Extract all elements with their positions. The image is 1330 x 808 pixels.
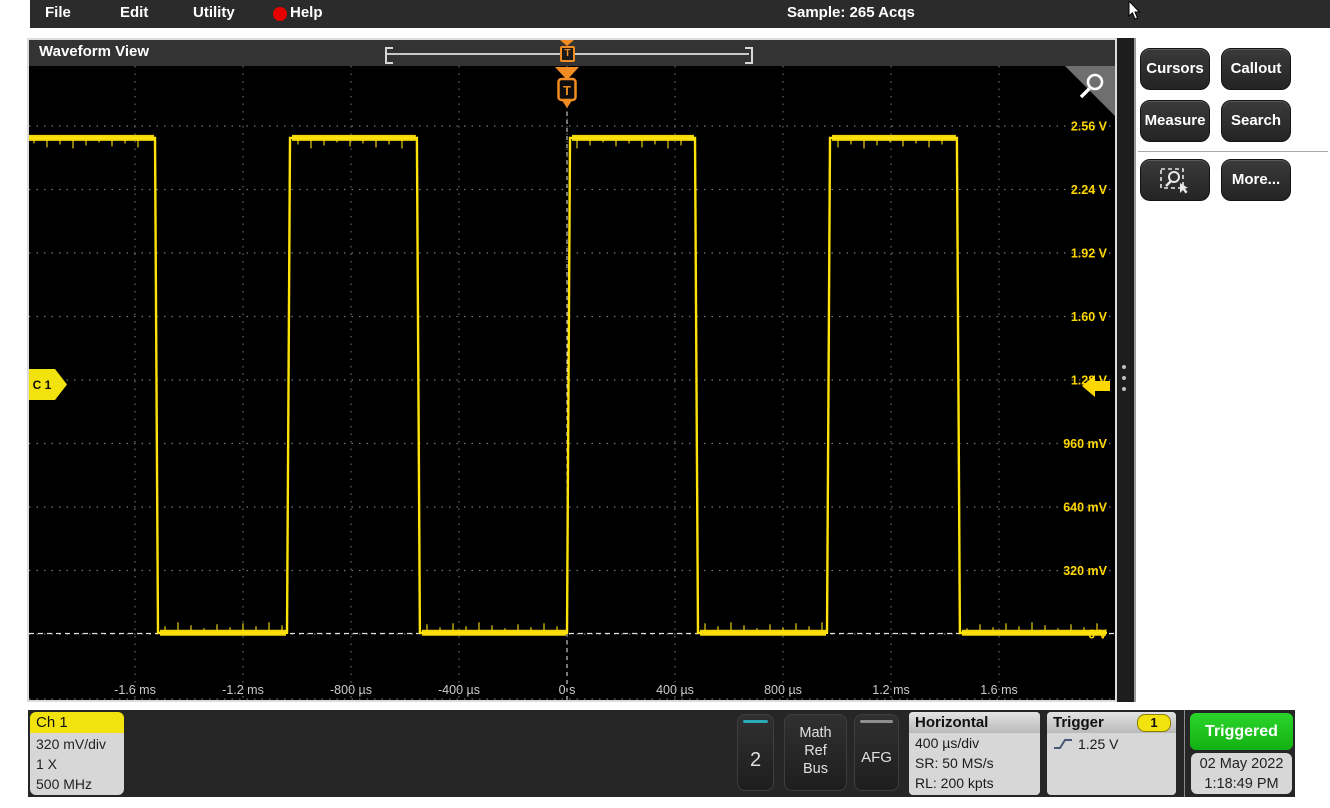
x-axis-label: 1.2 ms	[872, 683, 910, 697]
rising-edge-icon	[1053, 737, 1073, 751]
more-button[interactable]: More...	[1221, 159, 1291, 201]
x-axis-label: 800 µs	[764, 683, 802, 697]
zoom-select-icon	[1158, 166, 1192, 194]
overview-right-bracket-icon	[745, 47, 753, 64]
x-axis-label: -800 µs	[330, 683, 372, 697]
trigger-badge[interactable]: Trigger 1 1.25 V	[1047, 712, 1176, 795]
trigger-marker-letter: T	[563, 83, 571, 98]
panel-splitter[interactable]	[1117, 38, 1134, 702]
channel1-scale: 320 mV/div	[36, 734, 124, 754]
channel1-badge[interactable]: Ch 1 320 mV/div 1 X 500 MHz	[30, 712, 124, 795]
y-axis-label: 960 mV	[1063, 437, 1107, 451]
channel1-position-label: C 1	[33, 378, 52, 392]
waveform-header: Waveform View T	[29, 40, 1115, 66]
menu-item-edit[interactable]: Edit	[120, 4, 148, 21]
settings-bar: Ch 1 320 mV/div 1 X 500 MHz 2 Math Ref B…	[28, 710, 1295, 797]
help-record-icon	[273, 7, 287, 21]
horizontal-sample-rate: SR: 50 MS/s	[909, 753, 1040, 773]
results-bar-divider	[1138, 151, 1328, 152]
x-axis-label: -400 µs	[438, 683, 480, 697]
sample-status: Sample: 265 Acqs	[787, 4, 915, 21]
ref-label: Ref	[785, 742, 846, 760]
ch1-waveform[interactable]	[29, 138, 1107, 633]
horizontal-badge[interactable]: Horizontal 400 µs/div SR: 50 MS/s RL: 20…	[909, 712, 1040, 795]
y-axis-label: 1.92 V	[1071, 247, 1108, 261]
channel1-name: Ch 1	[30, 712, 124, 733]
settings-bar-divider	[1184, 710, 1185, 797]
zoom-select-button[interactable]	[1140, 159, 1210, 201]
menu-item-file[interactable]: File	[45, 4, 71, 21]
cursors-button[interactable]: Cursors	[1140, 48, 1210, 90]
waveform-view-panel: Waveform View T 2.56 V 2.24 V 1.92 V 1.60 V…	[27, 38, 1117, 702]
horizontal-scale: 400 µs/div	[909, 733, 1040, 753]
menu-item-utility[interactable]: Utility	[193, 4, 235, 21]
results-bar: Cursors Callout Measure Search More...	[1136, 38, 1330, 702]
channel2-color-icon	[743, 720, 768, 723]
channel2-label: 2	[738, 749, 773, 772]
acquisition-status-badge: Triggered	[1190, 713, 1293, 750]
channel2-button[interactable]: 2	[737, 714, 774, 791]
time-label: 1:18:49 PM	[1191, 774, 1292, 794]
date-label: 02 May 2022	[1191, 754, 1292, 774]
graticule[interactable]: 2.56 V2.24 V1.92 V1.60 V1.28 V960 mV640 …	[29, 66, 1115, 702]
trigger-level: 1.25 V	[1078, 734, 1118, 754]
callout-button[interactable]: Callout	[1221, 48, 1291, 90]
math-label: Math	[785, 724, 846, 742]
afg-color-icon	[860, 720, 893, 723]
datetime-display: 02 May 2022 1:18:49 PM	[1191, 753, 1292, 794]
bus-label: Bus	[785, 760, 846, 778]
channel1-bandwidth: 500 MHz	[36, 774, 124, 794]
menu-item-help[interactable]: Help	[290, 4, 323, 21]
y-axis-label: 2.24 V	[1071, 183, 1108, 197]
y-axis-label: 1.60 V	[1071, 310, 1108, 324]
afg-button[interactable]: AFG	[854, 714, 899, 791]
math-ref-bus-button[interactable]: Math Ref Bus	[784, 714, 847, 791]
overview-left-bracket-icon	[385, 47, 393, 64]
y-axis-label: 320 mV	[1063, 564, 1107, 578]
horizontal-record-length: RL: 200 kpts	[909, 773, 1040, 793]
waveform-view-title: Waveform View	[39, 43, 149, 60]
search-button[interactable]: Search	[1221, 100, 1291, 142]
y-axis-label: 2.56 V	[1071, 120, 1108, 134]
trigger-source-badge: 1	[1137, 714, 1171, 732]
splitter-grip-icon[interactable]	[1122, 365, 1128, 391]
afg-label: AFG	[855, 749, 898, 766]
channel1-probe: 1 X	[36, 754, 124, 774]
x-axis-label: -1.6 ms	[114, 683, 156, 697]
x-axis-label: 0 s	[559, 683, 576, 697]
x-axis-label: 400 µs	[656, 683, 694, 697]
zoom-corner-magnifier-handle	[1081, 89, 1090, 98]
y-axis-label: 640 mV	[1063, 501, 1107, 515]
x-axis-label: -1.2 ms	[222, 683, 264, 697]
horizontal-title: Horizontal	[909, 712, 1040, 733]
x-axis-label: 1.6 ms	[980, 683, 1018, 697]
overview-trigger-marker[interactable]: T	[560, 46, 575, 62]
mouse-cursor	[1128, 1, 1142, 21]
zoom-corner-icon[interactable]	[1065, 66, 1115, 116]
measure-button[interactable]: Measure	[1140, 100, 1210, 142]
